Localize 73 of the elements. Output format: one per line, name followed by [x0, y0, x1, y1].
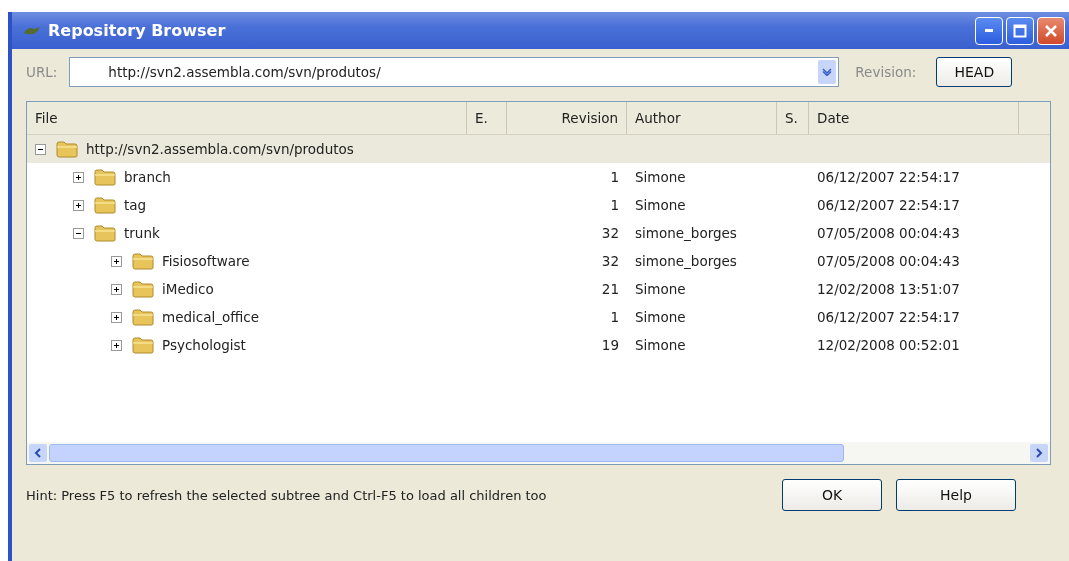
collapse-icon[interactable]: [73, 227, 84, 239]
chevron-right-icon: [1035, 448, 1043, 458]
maximize-icon: [1013, 23, 1027, 38]
folder-icon: [132, 308, 154, 326]
folder-name[interactable]: iMedico: [162, 281, 214, 297]
folder-name[interactable]: http://svn2.assembla.com/svn/produtos: [86, 141, 354, 157]
folder-name[interactable]: Fisiosoftware: [162, 253, 250, 269]
date-cell: 07/05/2008 00:04:43: [817, 225, 960, 241]
date-cell: 06/12/2007 22:54:17: [817, 309, 960, 325]
maximize-button[interactable]: [1006, 16, 1034, 45]
close-button[interactable]: [1037, 16, 1065, 45]
revision-cell: 21: [601, 281, 619, 297]
folder-name[interactable]: tag: [124, 197, 147, 213]
scroll-thumb[interactable]: [49, 444, 844, 462]
column-header[interactable]: Date: [809, 102, 1019, 134]
expand-icon[interactable]: [111, 283, 122, 295]
hint-text: Hint: Press F5 to refresh the selected subtree and Ctrl-F5 to load all children too: [26, 486, 548, 505]
revision-cell: 32: [601, 253, 619, 269]
close-icon: [1044, 23, 1058, 38]
expand-icon[interactable]: [73, 199, 84, 211]
folder-icon: [94, 168, 116, 186]
column-header[interactable]: E.: [467, 102, 507, 134]
revision-cell: 1: [610, 197, 619, 213]
folder-icon: [132, 252, 154, 270]
scroll-right-button[interactable]: [1030, 444, 1048, 462]
revision-cell: 1: [610, 309, 619, 325]
expand-icon[interactable]: [111, 339, 122, 351]
author-cell: Simone: [635, 169, 686, 185]
expand-icon[interactable]: [111, 311, 122, 323]
url-combobox[interactable]: http://svn2.assembla.com/svn/produtos/: [69, 57, 840, 87]
folder-name[interactable]: branch: [124, 169, 171, 185]
revision-cell: 1: [610, 169, 619, 185]
date-cell: 12/02/2008 13:51:07: [817, 281, 960, 297]
folder-icon: [94, 196, 116, 214]
horizontal-scrollbar[interactable]: [27, 442, 1050, 464]
window-title: Repository Browser: [48, 21, 227, 40]
column-header[interactable]: Author: [627, 102, 777, 134]
ok-button[interactable]: OK: [782, 479, 882, 511]
chevron-left-icon: [34, 448, 42, 458]
date-cell: 12/02/2008 00:52:01: [817, 337, 960, 353]
folder-name[interactable]: medical_office: [162, 309, 259, 325]
folder-name[interactable]: trunk: [124, 225, 160, 241]
scroll-left-button[interactable]: [29, 444, 47, 462]
author-cell: Simone: [635, 281, 686, 297]
revision-cell: 19: [601, 337, 619, 353]
expand-icon[interactable]: [111, 255, 122, 267]
dropdown-button[interactable]: [818, 60, 837, 84]
folder-icon: [56, 140, 78, 158]
revision-button[interactable]: HEAD: [936, 57, 1013, 87]
folder-icon: [94, 224, 116, 242]
author-cell: Simone: [635, 337, 686, 353]
minimize-icon: [985, 29, 993, 32]
collapse-icon[interactable]: [35, 143, 46, 155]
date-cell: 07/05/2008 00:04:43: [817, 253, 960, 269]
minimize-button[interactable]: [975, 16, 1003, 45]
author-cell: simone_borges: [635, 225, 737, 241]
folder-name[interactable]: Psychologist: [162, 337, 246, 353]
column-header[interactable]: File: [27, 102, 467, 134]
revision-label: Revision:: [855, 64, 917, 80]
folder-icon: [132, 336, 154, 354]
revision-cell: 32: [601, 225, 619, 241]
date-cell: 06/12/2007 22:54:17: [817, 169, 960, 185]
chevron-down-icon: [822, 68, 833, 76]
author-cell: Simone: [635, 309, 686, 325]
column-header[interactable]: S.: [777, 102, 809, 134]
column-header[interactable]: Revision: [507, 102, 627, 134]
author-cell: Simone: [635, 197, 686, 213]
expand-icon[interactable]: [73, 171, 84, 183]
url-label: URL:: [26, 64, 58, 80]
help-button[interactable]: Help: [896, 479, 1016, 511]
author-cell: simone_borges: [635, 253, 737, 269]
date-cell: 06/12/2007 22:54:17: [817, 197, 960, 213]
folder-icon: [132, 280, 154, 298]
